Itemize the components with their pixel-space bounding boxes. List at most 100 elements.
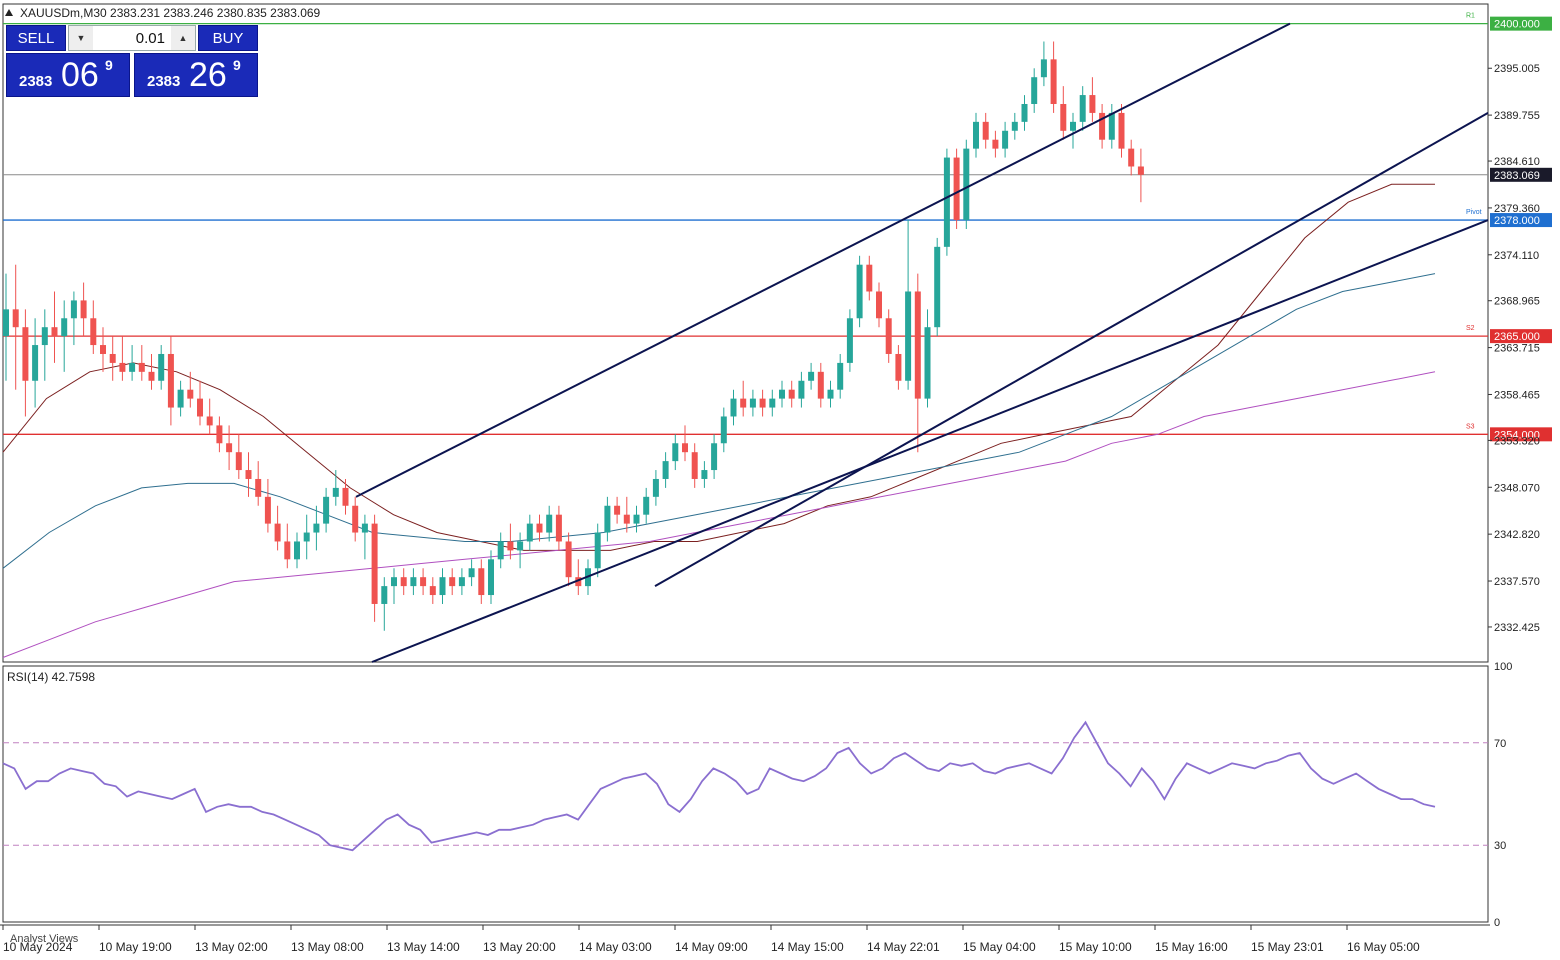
main-pane-border [2, 3, 1489, 663]
candle-body [400, 577, 407, 587]
price-chart[interactable]: R12400.000Pivot2378.000S22365.000S32354.… [0, 0, 1560, 960]
time-tick-label: 13 May 02:00 [195, 940, 268, 954]
lot-decrease-icon[interactable]: ▼ [69, 26, 93, 50]
candle-body [885, 318, 892, 354]
candle-body [1108, 112, 1115, 140]
candle-body [1050, 59, 1057, 104]
candle-body [3, 309, 9, 337]
candle-body [381, 586, 388, 604]
level-price-text: 2400.000 [1494, 19, 1540, 31]
candle-body [614, 505, 621, 515]
candle-body [982, 121, 989, 140]
time-tick-label: 10 May 19:00 [99, 940, 172, 954]
candle-body [90, 318, 97, 346]
candle-body [1060, 103, 1067, 131]
trend-channel[interactable] [355, 22, 1489, 663]
candle-body [206, 416, 213, 426]
candle-body [827, 389, 834, 399]
analyst-views-label[interactable]: Analyst Views [10, 933, 79, 945]
candle-body [711, 443, 718, 471]
candle-body [604, 505, 611, 533]
candle-body [817, 371, 824, 399]
candle-body [323, 496, 330, 524]
channel-line [371, 219, 1489, 663]
time-tick-label: 14 May 09:00 [675, 940, 748, 954]
collapse-arrow-icon[interactable] [5, 9, 13, 16]
ask-quote[interactable]: 2383 26 9 [134, 53, 258, 97]
candle-body [1011, 121, 1018, 131]
candle-body [32, 345, 39, 381]
candle-body [352, 505, 359, 533]
price-tick-label: 2363.715 [1494, 343, 1540, 355]
candle-body [924, 327, 931, 399]
price-tick-label: 2379.360 [1494, 203, 1540, 215]
rsi-panel: 100 70 30 0 [2, 661, 1512, 929]
rsi-tick-label: 30 [1494, 840, 1506, 852]
price-tick-label: 2395.005 [1494, 63, 1540, 75]
candle-body [914, 291, 921, 399]
candle-body [652, 478, 659, 497]
candle-body [138, 362, 145, 372]
candle-body [720, 416, 727, 444]
candle-body [303, 532, 310, 542]
candle-body [449, 577, 456, 587]
candle-body [187, 389, 194, 399]
candle-body [235, 452, 242, 471]
level-price-text: 2378.000 [1494, 215, 1540, 227]
bid-quote[interactable]: 2383 06 9 [6, 53, 130, 97]
time-axis: 10 May 2024 10 May 19:00 13 May 02:00 13 Ma… [2, 925, 1420, 954]
price-axis: 2395.005 2389.755 2384.610 2379.360 2374.110… [1488, 63, 1540, 634]
rsi-tick-label: 0 [1494, 917, 1500, 929]
candle-body [80, 300, 87, 319]
candle-body [1021, 103, 1028, 122]
candle-body [943, 157, 950, 247]
level-tag: S3 [1466, 423, 1475, 430]
candle-body [264, 496, 271, 524]
candle-body [730, 398, 737, 417]
rsi-line [2, 720, 1436, 852]
price-tick-label: 2348.070 [1494, 482, 1540, 494]
buy-button[interactable]: BUY [198, 25, 258, 51]
candle-body [458, 577, 465, 587]
ask-fraction: 9 [233, 57, 241, 73]
candle-body [905, 291, 912, 381]
ma-fast-line [2, 183, 1435, 551]
current-price-text: 2383.069 [1494, 170, 1540, 182]
candle-body [1031, 77, 1038, 104]
candle-body [1118, 112, 1125, 149]
candle-body [410, 577, 417, 587]
candle-body [361, 523, 368, 533]
candle-body [788, 389, 795, 399]
sell-button[interactable]: SELL [6, 25, 66, 51]
candle-body [876, 291, 882, 319]
time-tick-label: 16 May 05:00 [1347, 940, 1420, 954]
candle-body [866, 264, 873, 292]
candle-body [177, 389, 184, 408]
candle-body [701, 470, 708, 479]
ask-pips: 26 [189, 56, 227, 94]
candle-body [963, 148, 970, 221]
candle-body [284, 541, 291, 560]
time-tick-label: 15 May 04:00 [963, 940, 1036, 954]
channel-line [355, 22, 1291, 498]
candle-body [488, 559, 494, 596]
price-tick-label: 2332.425 [1494, 622, 1540, 634]
candle-body [594, 532, 601, 569]
level-tag: S2 [1466, 325, 1475, 332]
lot-size-field[interactable]: ▼ 0.01 ▲ [68, 25, 196, 51]
lot-size-value[interactable]: 0.01 [93, 30, 171, 47]
lot-increase-icon[interactable]: ▲ [171, 26, 195, 50]
time-tick-label: 14 May 15:00 [771, 940, 844, 954]
candle-body [129, 362, 136, 372]
time-tick-label: 13 May 20:00 [483, 940, 556, 954]
candle-body [148, 371, 155, 381]
price-tick-label: 2384.610 [1494, 156, 1540, 168]
candle-body [759, 398, 766, 408]
candle-body [691, 452, 698, 479]
candle-body [555, 514, 562, 542]
ma-slow-line [2, 371, 1436, 658]
one-click-trading-panel: SELL ▼ 0.01 ▲ BUY 2383 06 9 2383 26 9 [6, 25, 258, 98]
price-tick-label: 2353.320 [1494, 435, 1540, 447]
candle-body [70, 300, 77, 319]
candle-body [808, 371, 815, 381]
